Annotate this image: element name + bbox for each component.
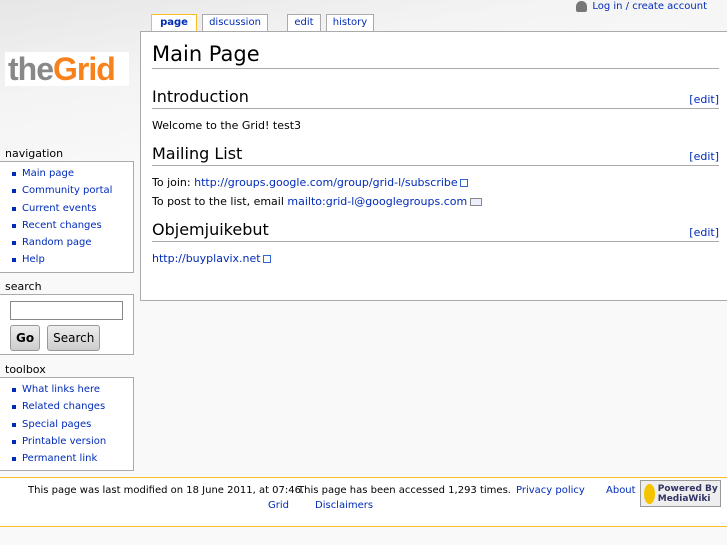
- user-icon: [576, 1, 588, 12]
- toolbox-portlet: toolbox What links here Related changes …: [0, 363, 134, 472]
- nav-help[interactable]: Help: [22, 254, 45, 265]
- search-portlet: search Go Search: [0, 280, 134, 355]
- nav-random-page[interactable]: Random page: [22, 237, 92, 248]
- navigation-portlet: navigation Main page Community portal Cu…: [0, 147, 134, 273]
- tab-history[interactable]: history: [326, 14, 374, 32]
- section-heading: Mailing List [edit]: [152, 144, 719, 166]
- personal-tools: Log in / create account: [576, 1, 707, 12]
- section-heading: Objemjuikebut [edit]: [152, 220, 719, 242]
- mediawiki-sunflower-icon: [644, 483, 655, 504]
- portlet-title: toolbox: [5, 363, 46, 376]
- search-button[interactable]: Search: [47, 325, 101, 351]
- section-heading: Introduction [edit]: [152, 87, 719, 109]
- edit-section-link[interactable]: [edit]: [689, 93, 719, 106]
- nav-main-page[interactable]: Main page: [22, 168, 74, 179]
- nav-current-events[interactable]: Current events: [22, 203, 96, 214]
- tool-special-pages[interactable]: Special pages: [22, 419, 91, 430]
- portlet-title: navigation: [5, 147, 64, 160]
- content: Main Page Introduction [edit] Welcome to …: [140, 31, 727, 301]
- mailto-link[interactable]: mailto:grid-l@googlegroups.com: [287, 195, 467, 208]
- external-link[interactable]: http://buyplavix.net: [152, 252, 261, 265]
- site-logo[interactable]: theGrid: [5, 52, 129, 86]
- grid-link[interactable]: Grid: [268, 500, 289, 511]
- disclaimers-link[interactable]: Disclaimers: [315, 500, 373, 511]
- login-link[interactable]: Log in / create account: [592, 1, 707, 12]
- external-link-icon: [459, 179, 468, 187]
- powered-by-mediawiki-badge[interactable]: Powered By MediaWiki: [640, 480, 721, 507]
- page-title: Main Page: [152, 42, 719, 69]
- footer: This page was last modified on 18 June 2…: [0, 477, 727, 527]
- intro-text: Welcome to the Grid! test3: [152, 119, 302, 132]
- view-count: This page has been accessed 1,293 times.: [298, 485, 511, 496]
- search-input[interactable]: [10, 301, 123, 320]
- tab-edit[interactable]: edit: [287, 14, 321, 32]
- nav-community-portal[interactable]: Community portal: [22, 185, 112, 196]
- tab-discussion[interactable]: discussion: [202, 14, 268, 32]
- privacy-link[interactable]: Privacy policy: [516, 485, 585, 496]
- edit-section-link[interactable]: [edit]: [689, 226, 719, 239]
- go-button[interactable]: Go: [10, 325, 41, 351]
- tool-what-links-here[interactable]: What links here: [22, 384, 100, 395]
- tool-printable-version[interactable]: Printable version: [22, 436, 106, 447]
- mail-icon: [470, 198, 483, 206]
- about-link[interactable]: About: [606, 485, 636, 496]
- last-modified: This page was last modified on 18 June 2…: [28, 485, 305, 496]
- nav-recent-changes[interactable]: Recent changes: [22, 220, 102, 231]
- portlet-title: search: [5, 280, 42, 293]
- tool-permanent-link[interactable]: Permanent link: [22, 453, 97, 464]
- edit-section-link[interactable]: [edit]: [689, 150, 719, 163]
- tool-related-changes[interactable]: Related changes: [22, 401, 105, 412]
- join-link[interactable]: http://groups.google.com/group/grid-l/su…: [194, 176, 458, 189]
- external-link-icon: [262, 255, 271, 263]
